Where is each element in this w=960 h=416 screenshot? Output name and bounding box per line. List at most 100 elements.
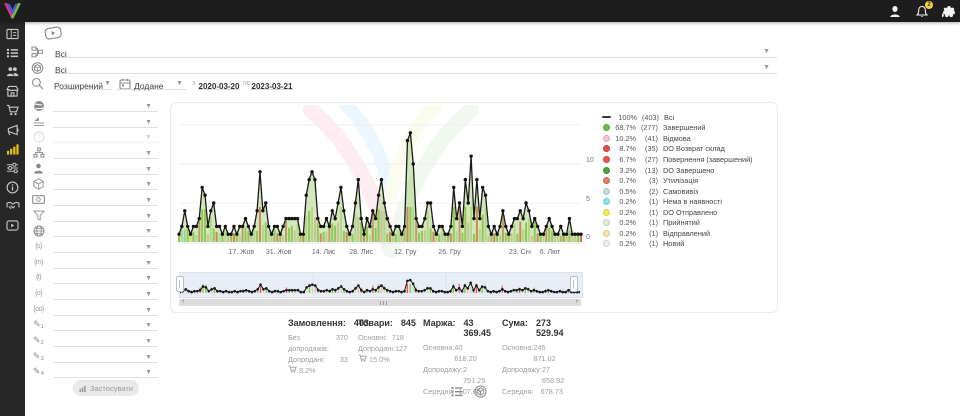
filter-dropdown-person[interactable]: ▼ <box>30 161 158 176</box>
search-mode-dropdown[interactable]: Розширений ▼ <box>54 76 112 90</box>
date-to-input[interactable]: 2023-03-21 <box>251 76 293 90</box>
scroll-right-icon[interactable]: › <box>576 298 578 306</box>
legend-percent: 6.7% <box>610 155 636 164</box>
filter-dropdown-pencil-3[interactable]: ✎₃▼ <box>30 349 158 364</box>
sidebar-item-video[interactable] <box>0 216 25 235</box>
date-from-input[interactable]: 2020-03-20 <box>198 76 240 90</box>
filter-dropdown-layers[interactable]: ▼ <box>30 114 158 129</box>
sidebar-item-handshake[interactable] <box>0 197 25 216</box>
orders-line-chart[interactable] <box>171 103 595 248</box>
sidebar-item-users[interactable] <box>0 62 25 81</box>
chevron-down-icon: ▼ <box>176 80 183 87</box>
video-slate-icon[interactable] <box>44 25 64 45</box>
filter-dropdown-banknote[interactable]: ▼ <box>30 192 158 207</box>
chevron-down-icon: ▼ <box>145 150 152 157</box>
sidebar-item-orders-list[interactable] <box>0 43 25 62</box>
brush-handle-left[interactable] <box>176 276 184 292</box>
sidebar-item-analytics-chart[interactable] <box>0 139 25 158</box>
filter-dropdown-globe[interactable]: ▼ <box>30 223 158 238</box>
legend-item[interactable]: 0.2%(1)Відправлений <box>601 228 773 239</box>
legend-item[interactable]: 6.7%(27)Повернення (завершений) <box>601 154 773 165</box>
filter-dropdown-token-s[interactable]: {s}▼ <box>30 239 158 254</box>
user-avatar-icon[interactable] <box>888 4 902 18</box>
legend-count: (13) <box>636 166 658 175</box>
filter-dropdown-funnel[interactable]: ▼ <box>30 208 158 223</box>
chevron-down-icon: ▼ <box>145 354 152 361</box>
filter-dropdown-pencil-2[interactable]: ✎₂▼ <box>30 333 158 348</box>
help-icon: ? <box>32 130 45 143</box>
legend-dot-swatch <box>603 188 610 195</box>
sidebar-item-info[interactable] <box>0 178 25 197</box>
chart-card: 1050 17. Жов31. Жов14. Лис28. Лис12. Гру… <box>170 102 778 313</box>
filter-dropdown-token-oo[interactable]: {oo}▼ <box>30 302 158 317</box>
date-field-dropdown[interactable]: Додане ▼ <box>116 76 186 90</box>
sidebar-item-dashboard[interactable] <box>0 24 25 43</box>
x-tick-label: 28. Лис <box>349 249 373 256</box>
apply-button[interactable]: Застосувати <box>73 380 139 396</box>
legend-count: (2) <box>636 187 658 196</box>
legend-item[interactable]: 10.2%(41)Відмова <box>601 133 773 144</box>
legend-percent: 0.2% <box>610 229 636 238</box>
legend-count: (41) <box>636 134 658 143</box>
notifications-bell-icon[interactable]: 2 <box>915 4 929 18</box>
legend-item[interactable]: 0.5%(2)Самовивіз <box>601 186 773 197</box>
search-icon[interactable] <box>31 77 44 95</box>
stat-sub-label: Допродажу: <box>502 364 542 386</box>
cloud-icon[interactable] <box>942 4 956 18</box>
filter-dropdown-token-m[interactable]: {m} ▼ <box>30 255 158 270</box>
legend-item[interactable]: 0.2%(1)Новий <box>601 239 773 250</box>
filter-underline <box>53 362 158 363</box>
sidebar-item-cart[interactable] <box>0 101 25 120</box>
stat-cart-percent: 15.0% <box>369 354 390 365</box>
filter-dropdown-cube[interactable]: ▼ <box>30 176 158 191</box>
filter-dropdown-pencil-1[interactable]: ✎₁▼ <box>30 317 158 332</box>
stat-column: Товари:845Основні:718Допродані:12715.0% <box>358 318 404 365</box>
legend-item[interactable]: 8.7%(35)DO Возврат склад <box>601 144 773 155</box>
legend-item[interactable]: 0.2%(1)Нема в наявності <box>601 196 773 207</box>
legend-item[interactable]: 68.7%(277)Завершений <box>601 123 773 134</box>
filter-dropdown-sitemap[interactable]: ▼ <box>30 145 158 160</box>
filter-dropdown-token-t[interactable]: {t}▼ <box>30 270 158 285</box>
brush-mini-chart <box>180 273 580 295</box>
chart-brush[interactable] <box>179 272 583 298</box>
stat-value: 845 <box>401 318 416 328</box>
legend-dot-swatch <box>603 209 610 216</box>
brush-handle-right[interactable] <box>570 276 578 292</box>
filter-underline <box>53 174 158 175</box>
app-logo-icon[interactable] <box>4 3 21 24</box>
legend-count: (1) <box>636 229 658 238</box>
legend-label: Нема в наявності <box>663 197 722 206</box>
legend-line-swatch <box>602 116 611 118</box>
filter-dropdown-help[interactable]: ?▼ <box>30 129 158 144</box>
legend-item[interactable]: 3.2%(13)DO Завершено <box>601 165 773 176</box>
legend-count: (27) <box>636 155 658 164</box>
legend-item[interactable]: 0.7%(3)Утилізація <box>601 175 773 186</box>
chevron-down-icon: ▼ <box>145 260 152 267</box>
sidebar-item-store[interactable] <box>0 82 25 101</box>
product-filter-dropdown[interactable]: Всі ▼ <box>55 60 777 74</box>
chart-scrollbar[interactable]: ‹ › <box>179 299 581 306</box>
legend-item[interactable]: 0.2%(1)Прийнятий <box>601 217 773 228</box>
stat-sub-value: 370 <box>336 332 348 354</box>
category-filter-dropdown[interactable]: Всі ▼ <box>55 44 777 58</box>
filter-dropdown-token-o[interactable]: {o}▼ <box>30 286 158 301</box>
legend-dot-swatch <box>603 240 610 247</box>
sidebar-item-sliders[interactable] <box>0 158 25 177</box>
filter-underline <box>53 268 158 269</box>
list-view-icon[interactable] <box>450 385 463 398</box>
legend-item[interactable]: 0.2%(1)DO Отправлено <box>601 207 773 218</box>
legend-item[interactable]: 100%(403)Всі <box>601 112 773 123</box>
legend-count: (1) <box>636 239 658 248</box>
filter-dropdown-planet[interactable]: ▼ <box>30 98 158 113</box>
filter-dropdown-pencil-4[interactable]: ✎₄▼ <box>30 364 158 379</box>
chevron-down-icon: ▼ <box>145 307 152 314</box>
package-view-icon[interactable] <box>474 385 487 398</box>
chevron-down-icon: ▼ <box>145 244 152 251</box>
scroll-left-icon[interactable]: ‹ <box>182 298 184 306</box>
filter-underline <box>53 142 158 143</box>
token-m-icon: {m} <box>32 256 45 269</box>
date-from-label: з <box>192 80 195 87</box>
scrollbar-grip[interactable] <box>380 301 387 305</box>
sidebar-item-megaphone[interactable] <box>0 120 25 139</box>
legend-count: (1) <box>636 208 658 217</box>
